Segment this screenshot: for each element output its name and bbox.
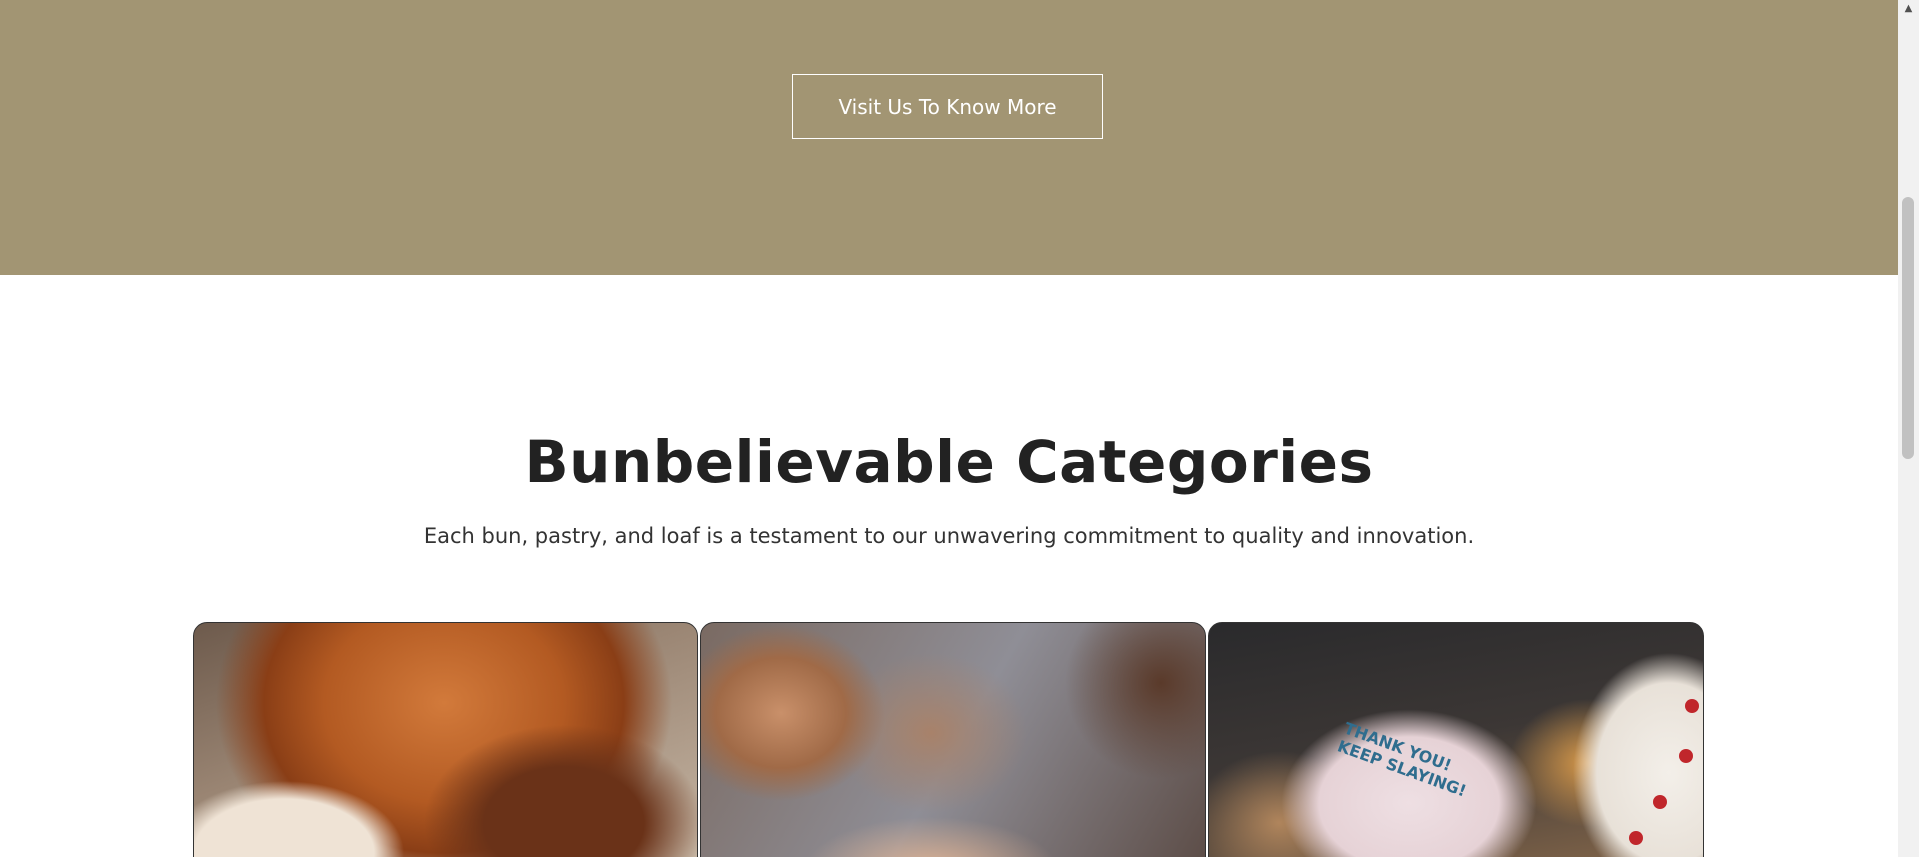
rose-decoration: [1685, 699, 1699, 713]
visit-us-button[interactable]: Visit Us To Know More: [792, 74, 1103, 139]
cake-inscription: THANK YOU! KEEP SLAYING!: [1335, 718, 1469, 801]
scrollbar-thumb[interactable]: [1902, 197, 1914, 459]
categories-title: Bunbelievable Categories: [524, 428, 1374, 496]
hero-band: Visit Us To Know More: [0, 0, 1898, 275]
categories-subtitle: Each bun, pastry, and loaf is a testamen…: [423, 524, 1475, 548]
vertical-scrollbar[interactable]: ▲: [1898, 0, 1919, 857]
rose-decoration: [1629, 831, 1643, 845]
category-card-cakes[interactable]: THANK YOU! KEEP SLAYING!: [1208, 622, 1704, 857]
triangle-up-icon[interactable]: ▲: [1898, 0, 1919, 17]
page-content: Visit Us To Know More Bunbelievable Cate…: [0, 0, 1898, 857]
rose-decoration: [1679, 749, 1693, 763]
rose-decoration: [1653, 795, 1667, 809]
page: Visit Us To Know More Bunbelievable Cate…: [0, 0, 1919, 857]
category-card-donuts[interactable]: [700, 622, 1206, 857]
category-card-pastries[interactable]: [193, 622, 698, 857]
